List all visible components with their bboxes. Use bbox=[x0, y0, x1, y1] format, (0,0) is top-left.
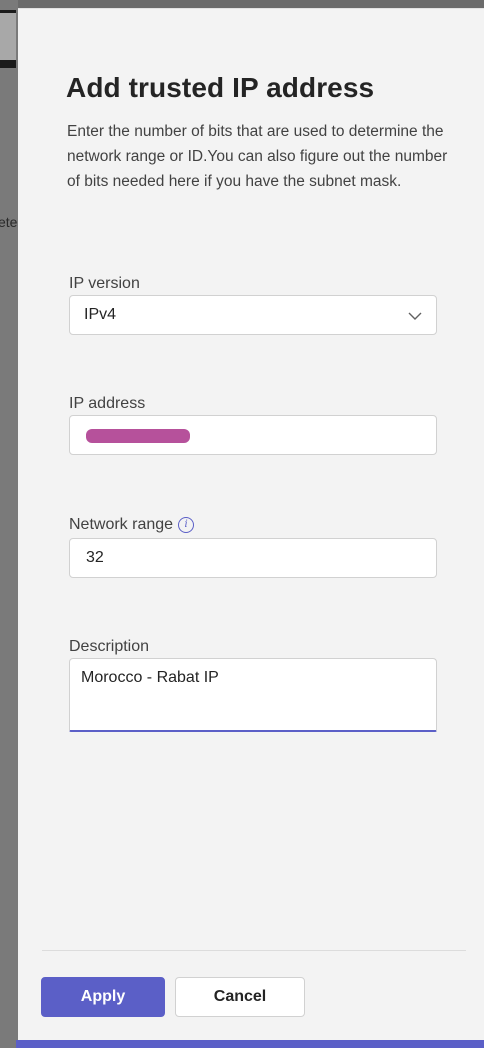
network-range-input[interactable]: 32 bbox=[69, 538, 437, 578]
redacted-ip-value bbox=[86, 429, 190, 443]
ip-address-input[interactable] bbox=[69, 415, 437, 455]
background-text-fragment: ete bbox=[0, 214, 18, 230]
apply-button[interactable]: Apply bbox=[41, 977, 165, 1017]
panel-description: Enter the number of bits that are used t… bbox=[67, 123, 448, 190]
description-value: Morocco - Rabat IP bbox=[81, 669, 219, 686]
background-divider bbox=[0, 60, 16, 68]
ip-version-dropdown[interactable]: IPv4 bbox=[69, 295, 437, 335]
network-range-label: Network range bbox=[69, 516, 174, 533]
footer-divider bbox=[42, 950, 466, 951]
network-range-value: 32 bbox=[86, 549, 104, 566]
description-label: Description bbox=[69, 638, 150, 655]
chevron-down-icon bbox=[406, 307, 424, 330]
panel-title: Add trusted IP address bbox=[66, 72, 375, 103]
description-textarea[interactable]: Morocco - Rabat IP bbox=[69, 658, 437, 732]
add-trusted-ip-panel: Add trusted IP address Enter the number … bbox=[18, 8, 484, 1041]
ip-version-label: IP version bbox=[69, 275, 140, 292]
info-icon[interactable]: i bbox=[178, 517, 195, 533]
network-range-label-row: Network range i bbox=[69, 516, 195, 534]
panel-bottom-accent-bar bbox=[16, 1040, 484, 1048]
ip-address-label: IP address bbox=[69, 395, 146, 412]
background-toolbar bbox=[0, 10, 16, 61]
background-app: ete bbox=[0, 0, 18, 1048]
cancel-button[interactable]: Cancel bbox=[175, 977, 305, 1017]
ip-version-value: IPv4 bbox=[84, 306, 117, 323]
